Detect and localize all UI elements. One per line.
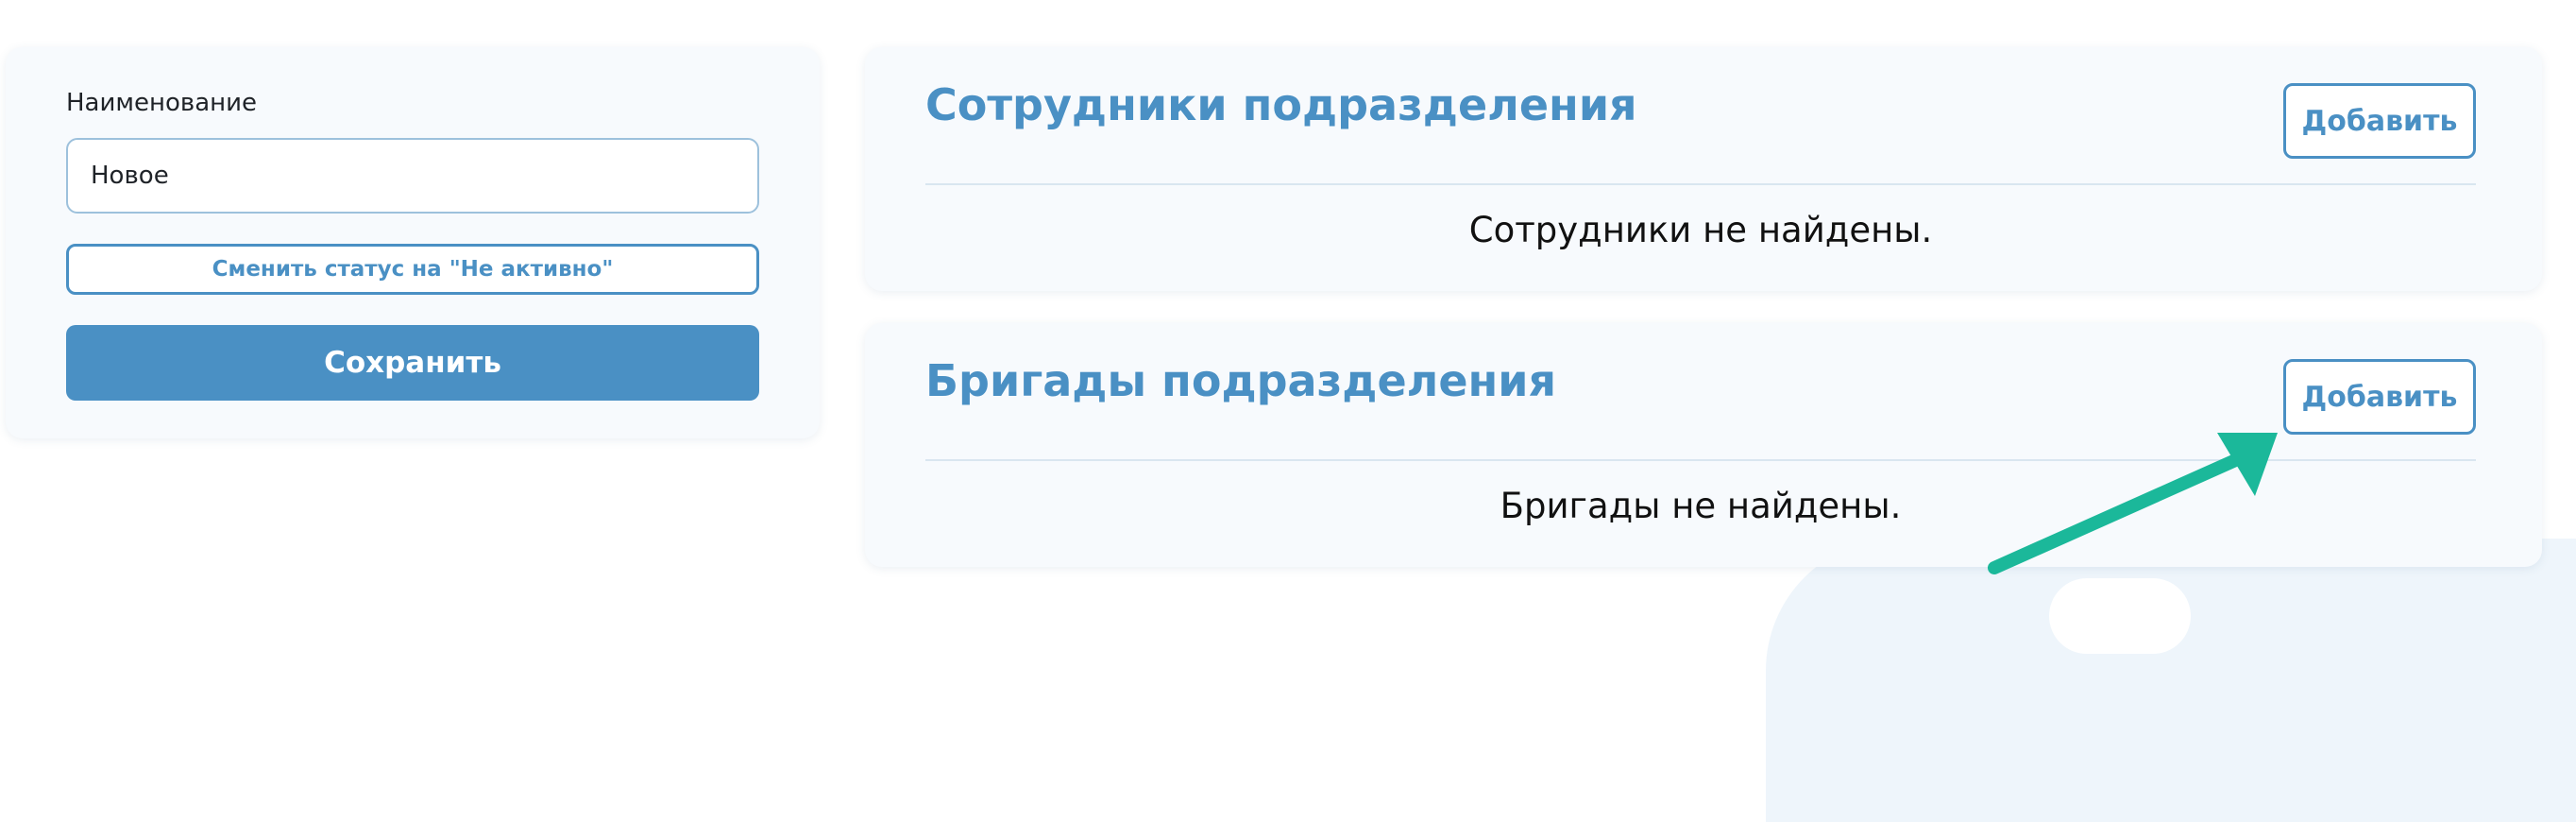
background-shape	[1766, 539, 2576, 822]
employees-section-title: Сотрудники подразделения	[925, 79, 1637, 130]
brigades-section-card: Бригады подразделения Добавить Бригады н…	[865, 323, 2542, 567]
change-status-button[interactable]: Сменить статус на "Не активно"	[66, 244, 759, 295]
employees-empty-message: Сотрудники не найдены.	[1468, 210, 1933, 250]
department-form-card: Наименование Сменить статус на "Не актив…	[6, 47, 820, 438]
brigades-section-title: Бригады подразделения	[925, 355, 1557, 406]
employees-add-button[interactable]: Добавить	[2283, 83, 2476, 159]
save-button[interactable]: Сохранить	[66, 325, 759, 401]
employees-section-card: Сотрудники подразделения Добавить Сотруд…	[865, 47, 2542, 291]
name-input[interactable]	[66, 138, 759, 214]
section-divider	[925, 459, 2476, 461]
name-field-label: Наименование	[66, 89, 258, 117]
brigades-add-button[interactable]: Добавить	[2283, 359, 2476, 435]
section-divider	[925, 183, 2476, 185]
brigades-empty-message: Бригады не найдены.	[1500, 486, 1902, 526]
background-shape-cutout	[2049, 578, 2191, 654]
